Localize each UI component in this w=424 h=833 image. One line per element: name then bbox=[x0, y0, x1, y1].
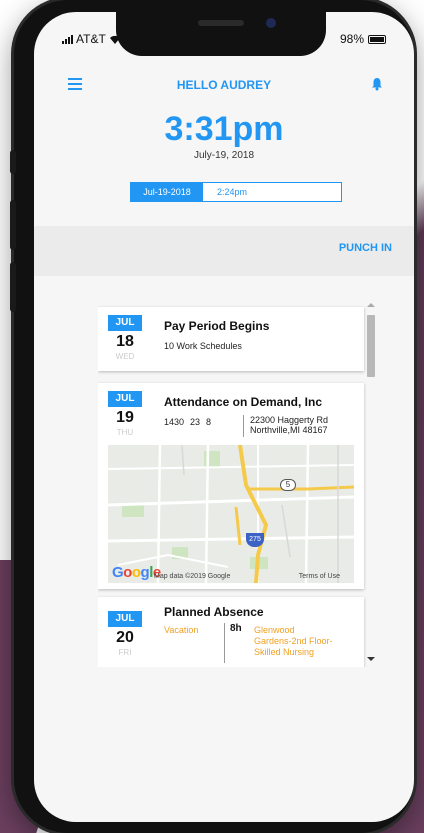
event-subtitle: 10 Work Schedules bbox=[164, 341, 242, 351]
current-time: 3:31pm bbox=[164, 110, 284, 148]
event-title: Planned Absence bbox=[164, 605, 264, 619]
punch-in-button[interactable]: PUNCH IN bbox=[339, 242, 392, 254]
event-month: JUL bbox=[108, 315, 142, 331]
scroll-thumb[interactable] bbox=[367, 315, 375, 377]
shift-end-time: 23 bbox=[190, 417, 201, 427]
event-title: Attendance on Demand, Inc bbox=[164, 395, 323, 409]
absence-location: Glenwood Gardens-2nd Floor-Skilled Nursi… bbox=[254, 625, 333, 657]
shift-times: 1430 23 8 bbox=[164, 417, 211, 427]
carrier-name: AT&T bbox=[76, 32, 106, 46]
event-weekday: FRI bbox=[118, 648, 132, 657]
route-5-shield: 5 bbox=[280, 479, 296, 491]
status-left: AT&T bbox=[62, 32, 121, 46]
location-map[interactable]: 5 275 Google Map data ©2019 Google Terms… bbox=[108, 445, 354, 583]
absence-type: Vacation bbox=[164, 625, 199, 635]
phone-notch bbox=[116, 12, 326, 56]
scroll-down-arrow-icon[interactable] bbox=[367, 657, 375, 661]
event-date-badge: JUL 20 FRI bbox=[108, 611, 142, 657]
event-day: 19 bbox=[116, 409, 134, 426]
event-card[interactable]: JUL 19 THU Attendance on Demand, Inc 143… bbox=[98, 383, 364, 589]
map-data-attribution: Map data ©2019 Google bbox=[154, 573, 231, 580]
event-month: JUL bbox=[108, 611, 142, 627]
current-date: July-19, 2018 bbox=[193, 150, 255, 161]
front-camera bbox=[266, 18, 276, 28]
page-title: HELLO AUDREY bbox=[176, 78, 272, 92]
last-punch-date: Jul-19-2018 bbox=[131, 183, 203, 201]
event-card[interactable]: JUL 20 FRI Planned Absence Vacation 8h G… bbox=[98, 597, 364, 667]
phone-side-button bbox=[10, 150, 16, 174]
event-title: Pay Period Begins bbox=[164, 319, 270, 333]
event-weekday: WED bbox=[115, 352, 135, 361]
divider bbox=[224, 623, 225, 663]
event-address: 22300 Haggerty Rd Northville,MI 48167 bbox=[250, 415, 328, 435]
scroll-up-arrow-icon[interactable] bbox=[367, 303, 375, 307]
app-screen: AT&T 98% HELLO AUDREY 3:31pm July-19, 20… bbox=[34, 12, 414, 822]
last-punch-time: 2:24pm bbox=[203, 183, 341, 201]
battery-icon bbox=[368, 34, 386, 44]
absence-hours: 8h bbox=[230, 623, 242, 634]
route-275-shield: 275 bbox=[246, 533, 264, 547]
address-line-1: 22300 Haggerty Rd bbox=[250, 415, 329, 425]
event-card[interactable]: JUL 18 WED Pay Period Begins 10 Work Sch… bbox=[98, 307, 364, 371]
event-date-badge: JUL 19 THU bbox=[108, 391, 142, 437]
map-terms-link[interactable]: Terms of Use bbox=[299, 573, 340, 580]
punch-bar: PUNCH IN bbox=[34, 226, 414, 276]
shift-start-time: 1430 bbox=[164, 417, 185, 427]
events-scrollbar[interactable] bbox=[364, 297, 378, 667]
phone-frame: AT&T 98% HELLO AUDREY 3:31pm July-19, 20… bbox=[10, 0, 414, 833]
speaker-grille bbox=[198, 20, 244, 26]
shift-hours: 8 bbox=[206, 417, 212, 427]
signal-bars-icon bbox=[62, 34, 73, 44]
event-weekday: THU bbox=[116, 428, 134, 437]
app-header: HELLO AUDREY bbox=[34, 68, 414, 98]
last-punch-box: Jul-19-2018 2:24pm bbox=[130, 182, 342, 202]
event-date-badge: JUL 18 WED bbox=[108, 315, 142, 361]
phone-volume-down-button bbox=[10, 262, 16, 312]
address-line-2: Northville,MI 48167 bbox=[250, 425, 328, 435]
event-month: JUL bbox=[108, 391, 142, 407]
map-roads bbox=[108, 445, 354, 583]
phone-volume-up-button bbox=[10, 200, 16, 250]
status-right: 98% bbox=[340, 32, 386, 46]
divider bbox=[243, 415, 244, 437]
events-list[interactable]: JUL 18 WED Pay Period Begins 10 Work Sch… bbox=[98, 297, 370, 667]
event-day: 18 bbox=[116, 333, 134, 350]
battery-percent: 98% bbox=[339, 32, 364, 46]
bell-icon[interactable] bbox=[370, 77, 384, 91]
event-day: 20 bbox=[116, 629, 134, 646]
